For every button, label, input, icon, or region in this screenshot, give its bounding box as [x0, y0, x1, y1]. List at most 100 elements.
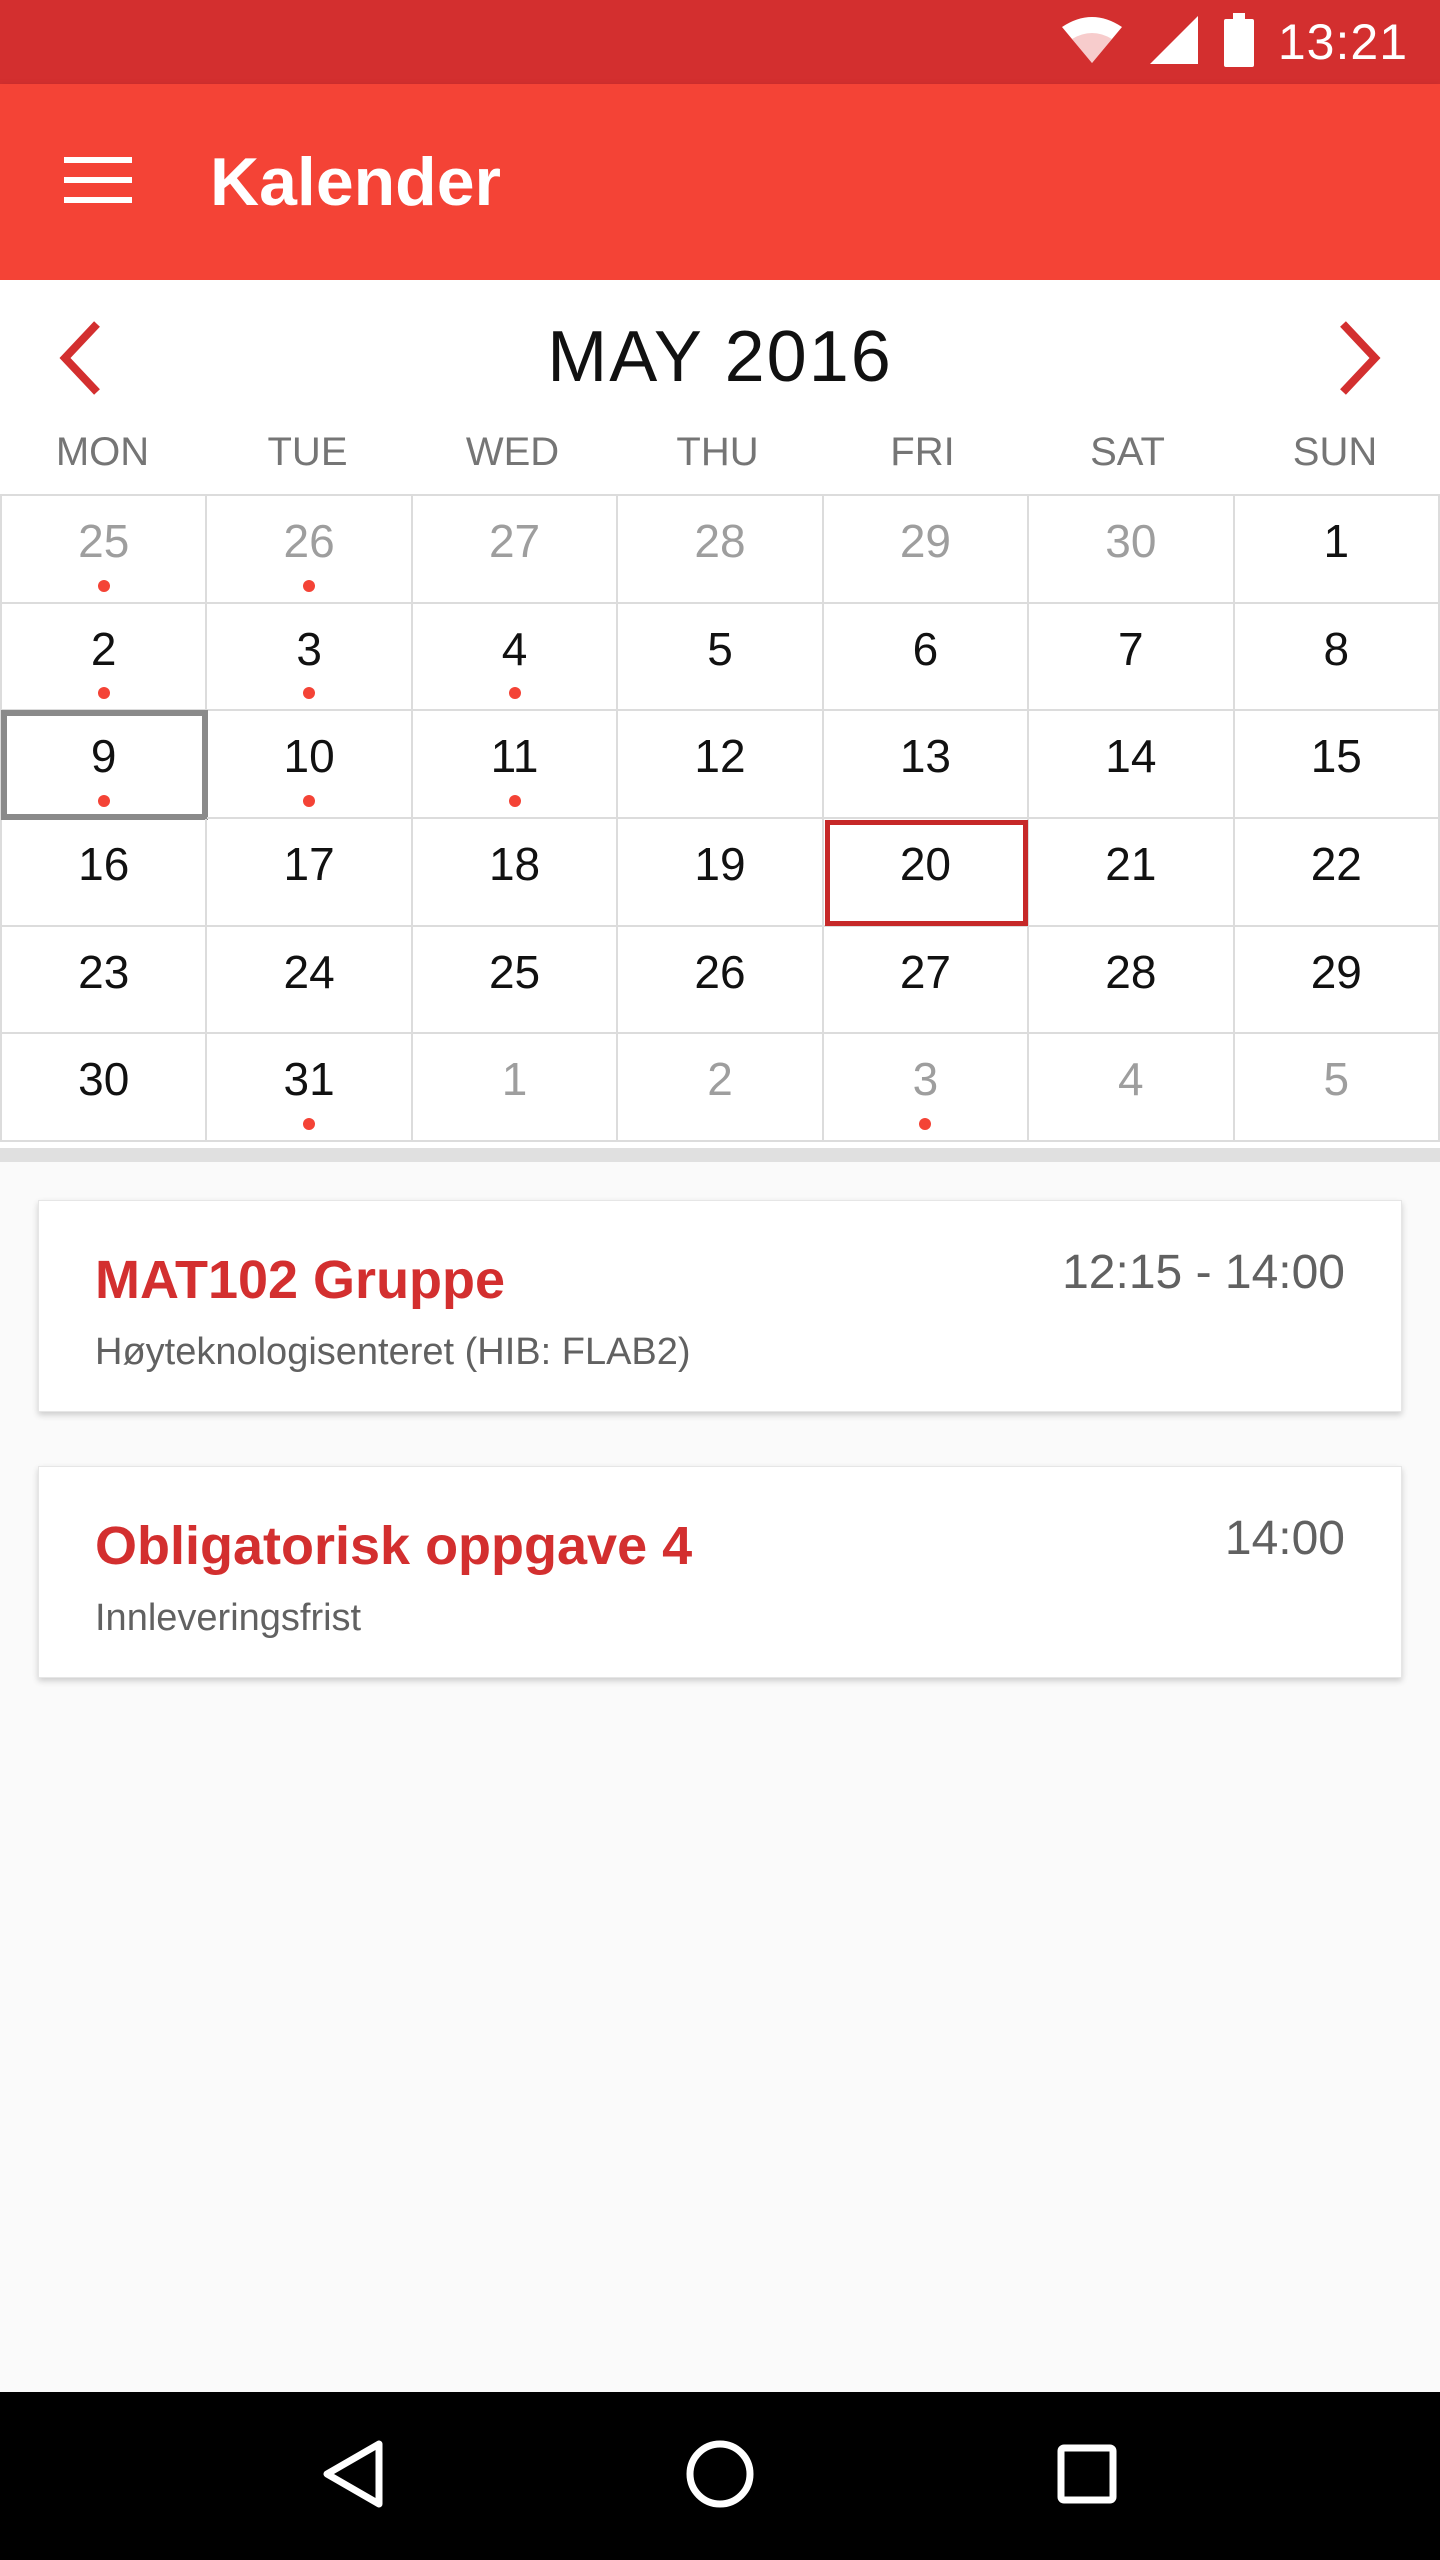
day-number: 6	[912, 622, 939, 675]
app-title: Kalender	[210, 144, 501, 220]
day-number: 21	[1105, 837, 1157, 890]
calendar-day[interactable]: 19	[618, 818, 824, 927]
calendar-day[interactable]: 1	[412, 1034, 619, 1142]
calendar-day[interactable]: 30	[2, 1034, 208, 1142]
day-number: 25	[488, 945, 541, 998]
day-grid: 25 26 27 28 29 30 1 2 3 4 5 6 7 8 9 10 11 12 13 14 15 16 17 18 1…	[0, 494, 1440, 1142]
day-number: 12	[694, 730, 746, 783]
event-indicator-dot	[919, 1117, 932, 1130]
day-number: 17	[283, 837, 335, 890]
calendar: MAY 2016 MON TUE WED THU FRI SAT SUN 25 2…	[0, 280, 1440, 1148]
calendar-day[interactable]: 12	[618, 711, 824, 819]
event-card[interactable]: MAT102 Gruppe 12:15 - 14:00 Høyteknologi…	[38, 1200, 1402, 1412]
day-number: 1	[1323, 515, 1350, 567]
weekday-label: SAT	[1090, 430, 1165, 474]
next-month-button[interactable]	[1310, 310, 1410, 410]
calendar-day[interactable]: 22	[1234, 818, 1440, 927]
calendar-day[interactable]: 26	[618, 926, 824, 1035]
calendar-day[interactable]: 8	[1234, 603, 1440, 712]
event-indicator-dot	[303, 794, 316, 807]
calendar-day-today[interactable]: 20	[823, 818, 1030, 927]
calendar-day-selected[interactable]: 9	[0, 710, 209, 820]
calendar-day[interactable]: 30	[1029, 496, 1235, 604]
day-number: 30	[78, 1053, 130, 1106]
signal-icon	[1148, 14, 1200, 71]
calendar-day[interactable]: 29	[1234, 926, 1440, 1035]
calendar-day[interactable]: 21	[1029, 818, 1235, 927]
day-number: 30	[1105, 515, 1157, 567]
calendar-day[interactable]: 14	[1029, 711, 1235, 819]
recents-square-icon	[1055, 2442, 1119, 2511]
day-number: 26	[283, 515, 335, 567]
event-indicator-dot	[303, 579, 316, 592]
calendar-day[interactable]: 4	[412, 603, 619, 712]
day-number: 8	[1323, 622, 1350, 675]
day-number: 18	[488, 837, 541, 890]
event-card[interactable]: Obligatorisk oppgave 4 14:00 Innlevering…	[38, 1466, 1402, 1678]
calendar-day[interactable]: 31	[207, 1034, 413, 1142]
calendar-day[interactable]: 6	[823, 603, 1030, 712]
calendar-day[interactable]: 5	[618, 603, 824, 712]
calendar-day[interactable]: 18	[412, 818, 619, 927]
weekday-label: TUE	[267, 430, 348, 474]
calendar-day[interactable]: 3	[207, 603, 413, 712]
calendar-day[interactable]: 3	[823, 1034, 1030, 1142]
event-time: 12:15 - 14:00	[1062, 1246, 1345, 1299]
day-number: 11	[490, 730, 539, 783]
day-number: 23	[78, 945, 130, 998]
calendar-day[interactable]: 11	[412, 711, 619, 819]
calendar-day[interactable]: 7	[1029, 603, 1235, 712]
day-number: 25	[78, 515, 130, 567]
day-number: 19	[694, 837, 746, 890]
event-indicator-dot	[508, 794, 521, 807]
back-triangle-icon	[321, 2438, 385, 2515]
calendar-day[interactable]: 23	[2, 926, 208, 1035]
day-number: 15	[1310, 730, 1362, 783]
day-number: 24	[283, 945, 335, 998]
calendar-day[interactable]: 24	[207, 926, 413, 1035]
calendar-day[interactable]: 2	[618, 1034, 824, 1142]
calendar-day[interactable]: 26	[207, 496, 413, 604]
wifi-icon	[1060, 15, 1124, 70]
event-indicator-dot	[303, 687, 316, 700]
day-number: 2	[90, 622, 117, 675]
calendar-day[interactable]: 28	[618, 496, 824, 604]
back-button[interactable]	[293, 2416, 413, 2536]
day-number: 10	[283, 730, 335, 783]
calendar-day[interactable]: 27	[823, 926, 1030, 1035]
calendar-day[interactable]: 15	[1234, 711, 1440, 819]
calendar-day[interactable]: 29	[823, 496, 1030, 604]
calendar-day[interactable]: 4	[1029, 1034, 1235, 1142]
day-number: 9	[90, 730, 117, 783]
event-title: MAT102 Gruppe	[95, 1250, 506, 1310]
recents-button[interactable]	[1027, 2416, 1147, 2536]
day-number: 28	[694, 515, 746, 567]
calendar-day[interactable]: 2	[2, 603, 208, 712]
home-button[interactable]	[660, 2416, 780, 2536]
calendar-day[interactable]: 5	[1234, 1034, 1440, 1142]
day-number: 26	[694, 945, 746, 998]
calendar-day[interactable]: 17	[207, 818, 413, 927]
app-bar: Kalender	[0, 84, 1440, 280]
event-location: Høyteknologisenteret (HIB: FLAB2)	[95, 1331, 691, 1373]
battery-icon	[1223, 12, 1254, 72]
event-indicator-dot	[97, 579, 110, 592]
month-title: MAY 2016	[547, 317, 893, 397]
day-number: 16	[78, 837, 130, 890]
calendar-day[interactable]: 28	[1029, 926, 1235, 1035]
menu-button[interactable]	[40, 140, 156, 224]
calendar-day[interactable]: 16	[2, 818, 208, 927]
calendar-day[interactable]: 13	[823, 711, 1030, 819]
weekday-label: WED	[465, 430, 560, 474]
day-number: 3	[912, 1053, 939, 1106]
calendar-day[interactable]: 1	[1234, 496, 1440, 604]
event-indicator-dot	[508, 687, 521, 700]
day-number: 2	[707, 1053, 733, 1106]
home-circle-icon	[684, 2438, 756, 2515]
calendar-day[interactable]: 10	[207, 711, 413, 819]
weekday-label: MON	[55, 430, 150, 474]
calendar-day[interactable]: 27	[412, 496, 619, 604]
calendar-day[interactable]: 25	[412, 926, 619, 1035]
calendar-day[interactable]: 25	[2, 496, 208, 604]
status-time: 13:21	[1277, 14, 1408, 70]
